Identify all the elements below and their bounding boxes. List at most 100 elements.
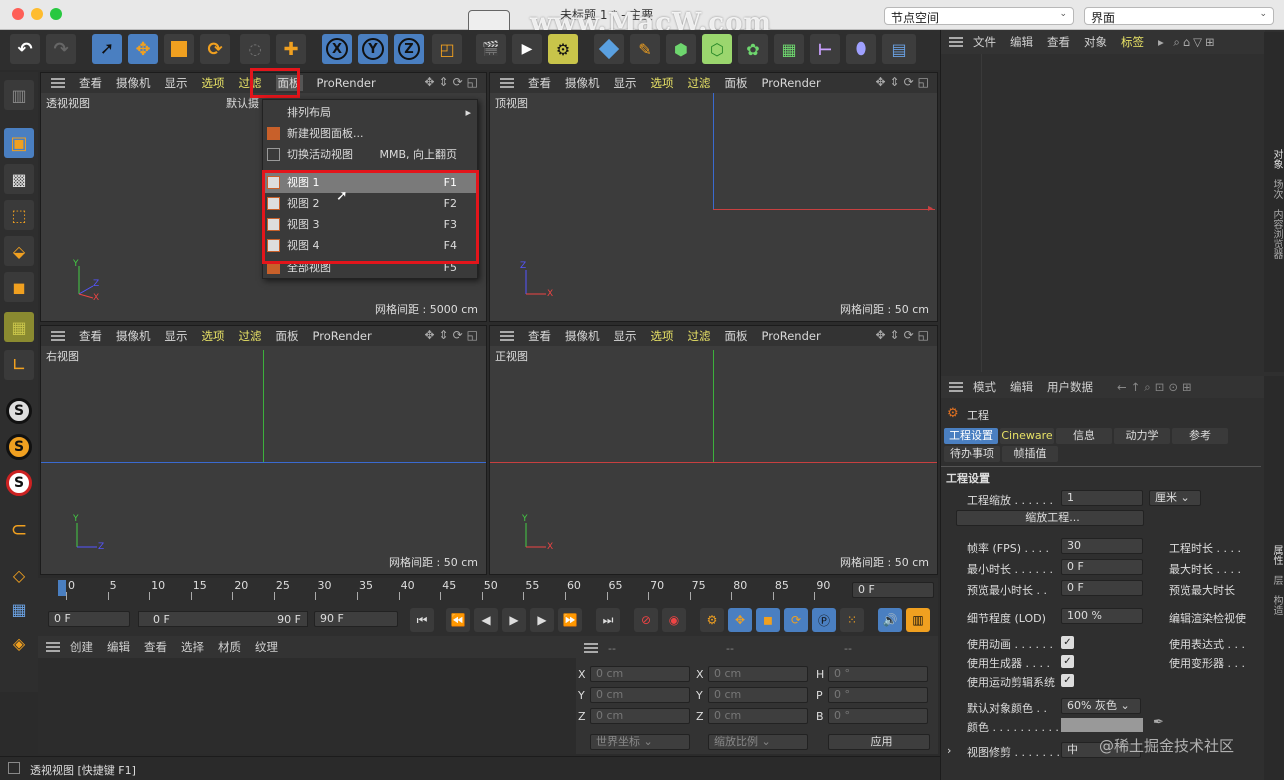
hamburger-icon[interactable] <box>949 382 963 392</box>
scale-project-button[interactable]: 缩放工程... <box>956 510 1144 526</box>
menu-options[interactable]: 选项 <box>202 75 225 91</box>
tab-reference[interactable]: 参考 <box>1172 428 1228 444</box>
menu-filter[interactable]: 过滤 <box>239 328 262 344</box>
menu-filter[interactable]: 过滤 <box>688 328 711 344</box>
select-tool-button[interactable]: ➚ <box>92 34 122 64</box>
render-view-button[interactable]: 🎬 <box>476 34 506 64</box>
use-motion-checkbox[interactable]: ✓ <box>1061 674 1074 687</box>
mat-menu-view[interactable]: 查看 <box>144 639 167 655</box>
x-axis-button[interactable]: X <box>322 34 352 64</box>
tab-objects[interactable]: 对象 <box>1271 149 1282 169</box>
lock-workplane-button[interactable]: ◈ <box>4 628 34 658</box>
menu-view[interactable]: 查看 <box>79 328 102 344</box>
om-menu-tags[interactable]: 标签 <box>1121 34 1144 50</box>
deformer-button[interactable]: ⊢ <box>810 34 840 64</box>
zoom-window-button[interactable] <box>50 8 62 20</box>
attr-menu-userdata[interactable]: 用户数据 <box>1047 379 1093 395</box>
menu-prorender[interactable]: ProRender <box>762 329 821 343</box>
world-coords-select[interactable]: 世界坐标 ⌄ <box>590 734 690 750</box>
coord-value-input[interactable]: 0 ° <box>828 708 928 724</box>
start-frame-input[interactable]: 0 F <box>48 611 130 627</box>
mograph-button[interactable]: ▦ <box>774 34 804 64</box>
goto-end-icon[interactable]: ⏭ <box>596 608 620 632</box>
tab-project-settings[interactable]: 工程设置 <box>944 428 998 444</box>
coordinate-system-button[interactable]: ◰ <box>432 34 462 64</box>
mat-menu-edit[interactable]: 编辑 <box>107 639 130 655</box>
viewport-nav-icons[interactable]: ✥⇕⟳◱ <box>875 328 933 342</box>
menu-item-new-view-panel[interactable]: 新建视图面板... <box>263 123 477 144</box>
prev-frame-icon[interactable]: ◀ <box>474 608 498 632</box>
menu-prorender[interactable]: ProRender <box>313 329 372 343</box>
fps-input[interactable]: 30 <box>1061 538 1143 554</box>
scale-unit-select[interactable]: 厘米 ⌄ <box>1149 490 1201 506</box>
coord-value-input[interactable]: 0 cm <box>708 666 808 682</box>
snap-settings-button[interactable]: S <box>4 432 34 462</box>
menu-display[interactable]: 显示 <box>614 75 637 91</box>
polygons-mode-button[interactable]: ◼ <box>4 272 34 302</box>
undo-button[interactable]: ↶ <box>10 34 40 64</box>
workplane-button[interactable]: ◇ <box>4 560 34 590</box>
menu-prorender[interactable]: ProRender <box>762 76 821 90</box>
minimize-window-button[interactable] <box>31 8 43 20</box>
menu-item-toggle-active-view[interactable]: 切换活动视图 MMB, 向上翻页 <box>263 144 477 165</box>
interface-select[interactable]: 界面 ⌄ <box>1084 7 1274 25</box>
hamburger-icon[interactable] <box>584 643 598 653</box>
menu-options[interactable]: 选项 <box>651 328 674 344</box>
default-color-select[interactable]: 60% 灰色 ⌄ <box>1061 698 1141 714</box>
menu-camera[interactable]: 摄像机 <box>116 328 151 344</box>
tab-info[interactable]: 信息 <box>1056 428 1112 444</box>
key-scale-icon[interactable]: ◼ <box>756 608 780 632</box>
coord-value-input[interactable]: 0 cm <box>590 708 690 724</box>
key-position-icon[interactable]: ✥ <box>728 608 752 632</box>
snap-workplane-button[interactable]: S <box>4 468 34 498</box>
z-axis-button[interactable]: Z <box>394 34 424 64</box>
om-menu-view[interactable]: 查看 <box>1047 34 1070 50</box>
use-animation-checkbox[interactable]: ✓ <box>1061 636 1074 649</box>
coord-value-input[interactable]: 0 cm <box>708 708 808 724</box>
menu-options[interactable]: 选项 <box>202 328 225 344</box>
cloner-button[interactable]: ✿ <box>738 34 768 64</box>
y-axis-button[interactable]: Y <box>358 34 388 64</box>
viewport-top[interactable]: 查看 摄像机 显示 选项 过滤 面板 ProRender ✥⇕⟳◱ 顶视图 ▸ … <box>489 72 938 322</box>
texture-mode-button[interactable]: ▩ <box>4 164 34 194</box>
snap-button[interactable]: S <box>4 396 34 426</box>
menu-panel[interactable]: 面板 <box>725 328 748 344</box>
hamburger-icon[interactable] <box>500 78 514 88</box>
menu-camera[interactable]: 摄像机 <box>116 75 151 91</box>
tab-dynamics[interactable]: 动力学 <box>1114 428 1170 444</box>
menu-view[interactable]: 查看 <box>79 75 102 91</box>
use-generators-checkbox[interactable]: ✓ <box>1061 655 1074 668</box>
rotate-tool-button[interactable]: ⟳ <box>200 34 230 64</box>
attr-toolbar-icons[interactable]: ←↑⌕⊡⊙⊞ <box>1117 380 1196 395</box>
menu-view[interactable]: 查看 <box>528 75 551 91</box>
om-toolbar-icons[interactable]: ▸ ⌕⌂▽⊞ <box>1158 35 1218 50</box>
tab-layers[interactable]: 层 <box>1271 575 1282 585</box>
attr-menu-edit[interactable]: 编辑 <box>1010 379 1033 395</box>
edges-mode-button[interactable]: ⬙ <box>4 236 34 266</box>
generator-button[interactable]: ⬡ <box>702 34 732 64</box>
timeline-ruler[interactable]: 0 5 10 15 20 25 30 35 40 45 50 55 60 65 70 75 80 85 90 <box>52 578 842 600</box>
menu-display[interactable]: 显示 <box>165 328 188 344</box>
mat-menu-texture[interactable]: 纹理 <box>255 639 278 655</box>
om-menu-file[interactable]: 文件 <box>973 34 996 50</box>
tab-structure[interactable]: 构造 <box>1271 595 1282 615</box>
scale-tool-button[interactable] <box>164 34 194 64</box>
apply-button[interactable]: 应用 <box>828 734 930 750</box>
transform-tool-button[interactable]: ✚ <box>276 34 306 64</box>
hamburger-icon[interactable] <box>500 331 514 341</box>
coord-value-input[interactable]: 0 cm <box>590 687 690 703</box>
layout-select[interactable]: 节点空间 ⌄ <box>884 7 1074 25</box>
subdivision-button[interactable]: ⬢ <box>666 34 696 64</box>
autokey-icon[interactable]: ◉ <box>662 608 686 632</box>
key-rotation-icon[interactable]: ⟳ <box>784 608 808 632</box>
hamburger-icon[interactable] <box>949 37 963 47</box>
end-frame-input[interactable]: 90 F <box>314 611 398 627</box>
menu-camera[interactable]: 摄像机 <box>565 75 600 91</box>
redo-button[interactable]: ↷ <box>46 34 76 64</box>
key-param-icon[interactable]: Ⓟ <box>812 608 836 632</box>
coord-value-input[interactable]: 0 ° <box>828 687 928 703</box>
tab-takes[interactable]: 场次 <box>1271 179 1282 199</box>
model-mode-button[interactable]: ▣ <box>4 128 34 158</box>
recent-tool-button[interactable]: ◌ <box>240 34 270 64</box>
goto-start-icon[interactable]: ⏮ <box>410 608 434 632</box>
